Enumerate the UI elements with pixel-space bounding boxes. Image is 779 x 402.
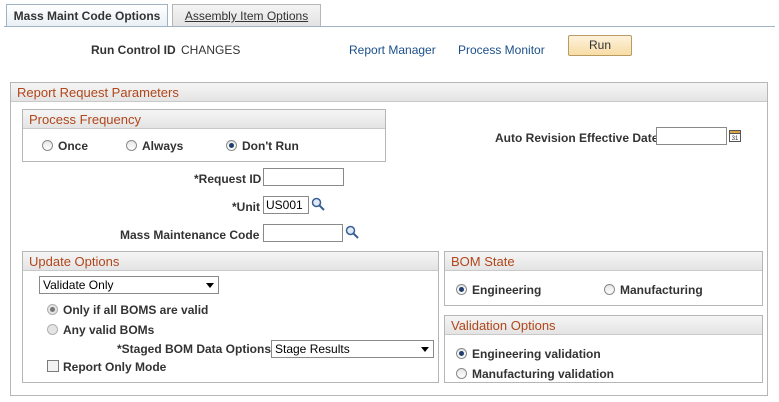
report-only-mode-label: Report Only Mode [63, 360, 167, 374]
staged-bom-data-options-select[interactable]: Stage Results [271, 340, 434, 358]
magnifier-icon[interactable] [345, 225, 359, 239]
tab-label: Mass Maint Code Options [13, 9, 161, 23]
update-mode-select[interactable]: Validate Only [39, 276, 219, 294]
process-frequency-group: Process Frequency [22, 109, 386, 162]
svg-text:31: 31 [732, 136, 739, 142]
radio-engineering-validation[interactable] [456, 348, 467, 359]
group-title: Update Options [23, 252, 438, 271]
run-control-value: CHANGES [181, 43, 241, 57]
chevron-down-icon [206, 283, 214, 288]
chevron-down-icon [421, 347, 429, 352]
select-value: Validate Only [43, 278, 114, 292]
calendar-icon[interactable]: 31 [729, 129, 741, 142]
radio-always-label: Always [142, 139, 184, 153]
tab-mass-maint-code-options[interactable]: Mass Maint Code Options [6, 4, 168, 27]
radio-manufacturing[interactable] [604, 284, 615, 295]
bom-state-group: BOM State [444, 251, 763, 306]
unit-label: *Unit [232, 200, 260, 214]
mass-maintenance-code-input[interactable] [263, 224, 343, 242]
process-monitor-link[interactable]: Process Monitor [458, 43, 545, 57]
radio-engineering-validation-label: Engineering validation [472, 347, 601, 361]
radio-once[interactable] [42, 140, 53, 151]
run-control-label: Run Control ID [91, 43, 176, 57]
run-button[interactable]: Run [568, 35, 632, 56]
magnifier-icon[interactable] [311, 197, 325, 211]
request-id-label: *Request ID [194, 172, 262, 186]
radio-any-valid-label: Any valid BOMs [63, 323, 155, 337]
tab-assembly-item-options[interactable]: Assembly Item Options [172, 4, 321, 27]
radio-engineering-label: Engineering [472, 283, 542, 297]
tab-label: Assembly Item Options [184, 9, 309, 23]
tab-divider [4, 26, 775, 27]
select-value: Stage Results [275, 342, 350, 356]
radio-always[interactable] [126, 140, 137, 151]
auto-revision-date-label: Auto Revision Effective Date [495, 131, 659, 145]
mass-maintenance-code-label: Mass Maintenance Code [120, 228, 260, 242]
radio-manufacturing-label: Manufacturing [620, 283, 703, 297]
group-title: Validation Options [445, 316, 762, 335]
radio-dont-run-label: Don't Run [242, 139, 299, 153]
auto-revision-date-input[interactable] [656, 127, 727, 145]
radio-only-if-all-valid[interactable] [47, 304, 58, 315]
group-title: BOM State [445, 252, 762, 271]
radio-any-valid[interactable] [47, 324, 58, 335]
radio-once-label: Once [58, 139, 89, 153]
radio-engineering[interactable] [456, 284, 467, 295]
radio-dont-run[interactable] [226, 140, 237, 151]
group-title: Report Request Parameters [11, 83, 767, 102]
unit-input[interactable] [263, 196, 309, 214]
report-only-mode-checkbox[interactable] [47, 360, 59, 372]
radio-only-if-all-valid-label: Only if all BOMS are valid [63, 303, 209, 317]
radio-manufacturing-validation-label: Manufacturing validation [472, 367, 615, 381]
request-id-input[interactable] [263, 168, 344, 186]
staged-bom-data-options-label: *Staged BOM Data Options [117, 342, 272, 356]
radio-manufacturing-validation[interactable] [456, 368, 467, 379]
group-title: Process Frequency [23, 110, 385, 129]
report-manager-link[interactable]: Report Manager [349, 43, 436, 57]
